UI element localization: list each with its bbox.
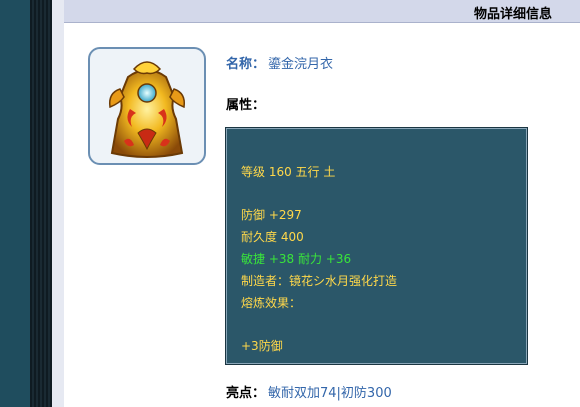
header-title: 物品详细信息 (473, 7, 552, 22)
stat-durability: 耐久度 400 (241, 230, 304, 244)
stat-defense: 防御 +297 (241, 208, 302, 222)
golden-armor-robe-icon (108, 61, 186, 158)
left-sidebar (0, 0, 30, 407)
highlight-value: 敏耐双加74|初防300 (268, 386, 392, 401)
left-sidebar-stripes (30, 0, 52, 407)
item-name: 鎏金浣月衣 (268, 57, 334, 72)
stat-smelting-label: 熔炼效果： (241, 296, 302, 310)
stat-smelting-value: +3防御 (241, 339, 283, 353)
stat-bonus: 敏捷 +38 耐力 +36 (241, 252, 352, 266)
attributes-label: 属性： (226, 98, 266, 113)
stat-level-element: 等级 160 五行 土 (241, 165, 336, 179)
stat-maker: 制造者：镜花シ水月强化打造 (241, 274, 398, 288)
item-image-frame (88, 47, 206, 165)
item-name-label: 名称： (226, 57, 266, 72)
left-sidebar-margin (52, 0, 64, 407)
detail-header: 物品详细信息 (64, 0, 580, 23)
item-stats-box: 等级 160 五行 土 防御 +297 耐久度 400 敏捷 +38 耐力 +3… (225, 127, 528, 365)
highlight-label: 亮点： (226, 386, 266, 401)
